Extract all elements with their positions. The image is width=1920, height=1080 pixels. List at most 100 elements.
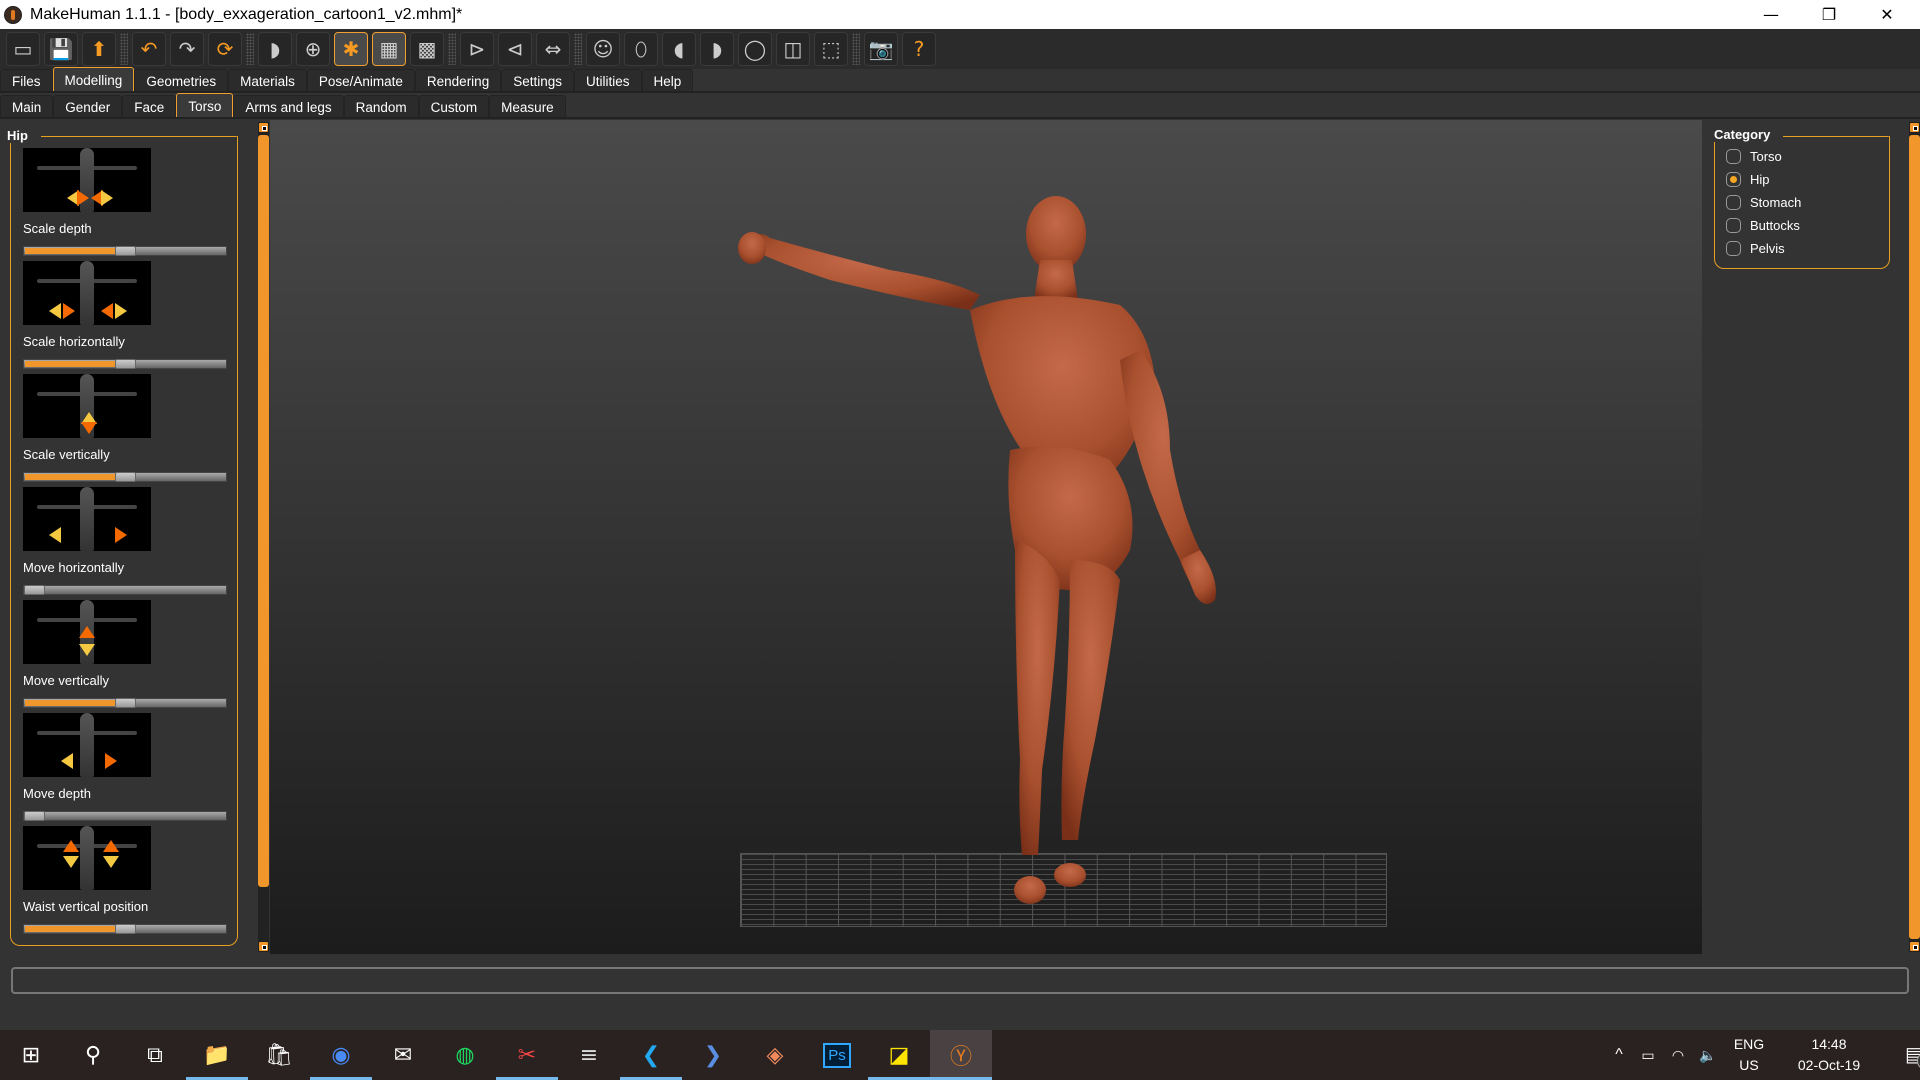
- tab-files[interactable]: Files: [0, 69, 53, 92]
- wifi-icon[interactable]: ◠: [1663, 1047, 1693, 1064]
- symmetry-button[interactable]: ⇔: [536, 32, 570, 66]
- category-option-stomach[interactable]: Stomach: [1726, 193, 1801, 211]
- maximize-button[interactable]: ❐: [1806, 0, 1852, 29]
- radio-button[interactable]: [1726, 148, 1741, 164]
- scroll-thumb[interactable]: [258, 135, 269, 887]
- task-view-taskbar-button[interactable]: ⧉: [124, 1030, 186, 1080]
- slider-handle[interactable]: [24, 811, 45, 821]
- category-option-pelvis[interactable]: Pelvis: [1726, 239, 1785, 257]
- radio-button[interactable]: [1726, 194, 1741, 210]
- slider-track[interactable]: [23, 359, 227, 369]
- new-file-button[interactable]: ▭: [6, 32, 40, 66]
- radio-button[interactable]: [1726, 217, 1741, 233]
- smooth-button[interactable]: ◗: [258, 32, 292, 66]
- top-view-button[interactable]: ◯: [738, 32, 772, 66]
- tab-settings[interactable]: Settings: [501, 69, 574, 92]
- powershell-taskbar-button[interactable]: ❯: [682, 1030, 744, 1080]
- grid-button[interactable]: ▦: [372, 32, 406, 66]
- slider-track[interactable]: [23, 585, 227, 595]
- subtab-measure[interactable]: Measure: [489, 95, 566, 118]
- subtab-gender[interactable]: Gender: [53, 95, 123, 118]
- category-option-buttocks[interactable]: Buttocks: [1726, 216, 1800, 234]
- tab-rendering[interactable]: Rendering: [414, 69, 502, 92]
- spotify-taskbar-button[interactable]: ◍: [434, 1030, 496, 1080]
- scroll-down-button[interactable]: [258, 941, 269, 952]
- human-model[interactable]: [270, 120, 1702, 954]
- mail-taskbar-button[interactable]: ✉: [372, 1030, 434, 1080]
- subtab-main[interactable]: Main: [0, 95, 54, 118]
- reset-button[interactable]: ⟳: [208, 32, 242, 66]
- pose-button[interactable]: ✱: [334, 32, 368, 66]
- reset-camera-button[interactable]: ⬚: [814, 32, 848, 66]
- makehuman-taskbar-button[interactable]: Ⓨ: [930, 1030, 992, 1080]
- front-view-button[interactable]: ☺: [586, 32, 620, 66]
- radio-button[interactable]: [1726, 171, 1741, 187]
- bottom-view-button[interactable]: ◫: [776, 32, 810, 66]
- slider-track[interactable]: [23, 472, 227, 482]
- tab-help[interactable]: Help: [641, 69, 694, 92]
- snipping-tool-taskbar-button[interactable]: ✂: [496, 1030, 558, 1080]
- tab-modelling[interactable]: Modelling: [52, 67, 135, 92]
- category-option-hip[interactable]: Hip: [1726, 170, 1770, 188]
- language-indicator[interactable]: ENG US: [1723, 1034, 1775, 1076]
- tab-utilities[interactable]: Utilities: [573, 69, 642, 92]
- git-taskbar-button[interactable]: ◈: [744, 1030, 806, 1080]
- export-button[interactable]: ⬆: [82, 32, 116, 66]
- symmetry-left-button[interactable]: ⊲: [498, 32, 532, 66]
- slider-handle[interactable]: [24, 585, 45, 595]
- store-taskbar-button[interactable]: 🛍: [248, 1030, 310, 1080]
- subtab-arms-and-legs[interactable]: Arms and legs: [233, 95, 344, 118]
- minimize-button[interactable]: —: [1748, 0, 1794, 29]
- wireframe-button[interactable]: ⊕: [296, 32, 330, 66]
- right-view-button[interactable]: ◗: [700, 32, 734, 66]
- photoshop-taskbar-button[interactable]: Ps: [806, 1030, 868, 1080]
- tab-geometries[interactable]: Geometries: [134, 69, 229, 92]
- clock[interactable]: 14:48 02-Oct-19: [1779, 1034, 1879, 1076]
- undo-button[interactable]: ↶: [132, 32, 166, 66]
- right-panel-scrollbar[interactable]: [1909, 122, 1920, 952]
- screenshot-button[interactable]: 📷: [864, 32, 898, 66]
- back-view-button[interactable]: ⬯: [624, 32, 658, 66]
- left-view-button[interactable]: ◖: [662, 32, 696, 66]
- slider-track[interactable]: [23, 924, 227, 934]
- slider-handle[interactable]: [115, 472, 136, 482]
- battery-icon[interactable]: ▭: [1633, 1047, 1663, 1064]
- category-option-torso[interactable]: Torso: [1726, 147, 1782, 165]
- scroll-up-button[interactable]: [1909, 122, 1920, 133]
- subtab-random[interactable]: Random: [343, 95, 419, 118]
- slider-track[interactable]: [23, 811, 227, 821]
- notification-center-button[interactable]: ▤ 2: [1893, 1040, 1920, 1070]
- start-taskbar-button[interactable]: ⊞: [0, 1030, 62, 1080]
- subtab-face[interactable]: Face: [122, 95, 177, 118]
- scroll-down-button[interactable]: [1909, 941, 1920, 952]
- slider-track[interactable]: [23, 698, 227, 708]
- chrome-taskbar-button[interactable]: ◉: [310, 1030, 372, 1080]
- help-button[interactable]: ?: [902, 32, 936, 66]
- slider-handle[interactable]: [115, 924, 136, 934]
- slider-track[interactable]: [23, 246, 227, 256]
- slider-handle[interactable]: [115, 698, 136, 708]
- save-button[interactable]: 💾: [44, 32, 78, 66]
- close-button[interactable]: ✕: [1864, 0, 1910, 29]
- radio-button[interactable]: [1726, 240, 1741, 256]
- scroll-up-button[interactable]: [258, 122, 269, 133]
- tab-pose-animate[interactable]: Pose/Animate: [306, 69, 415, 92]
- slider-handle[interactable]: [115, 246, 136, 256]
- tray-chevron-icon[interactable]: ^: [1605, 1046, 1633, 1064]
- 3d-viewport[interactable]: [270, 120, 1702, 954]
- symmetry-right-button[interactable]: ⊳: [460, 32, 494, 66]
- slider-handle[interactable]: [115, 359, 136, 369]
- sticky-notes-taskbar-button[interactable]: ◪: [868, 1030, 930, 1080]
- left-panel-scrollbar[interactable]: [258, 122, 269, 952]
- notepad-taskbar-button[interactable]: ≡: [558, 1030, 620, 1080]
- subtab-torso[interactable]: Torso: [176, 93, 234, 118]
- vscode-taskbar-button[interactable]: ❮: [620, 1030, 682, 1080]
- subtab-custom[interactable]: Custom: [418, 95, 490, 118]
- redo-button[interactable]: ↷: [170, 32, 204, 66]
- background-checker-button[interactable]: ▩: [410, 32, 444, 66]
- volume-icon[interactable]: 🔈: [1693, 1047, 1723, 1064]
- file-explorer-taskbar-button[interactable]: 📁: [186, 1030, 248, 1080]
- tab-materials[interactable]: Materials: [228, 69, 307, 92]
- scroll-thumb[interactable]: [1909, 135, 1920, 939]
- search-taskbar-button[interactable]: ⚲: [62, 1030, 124, 1080]
